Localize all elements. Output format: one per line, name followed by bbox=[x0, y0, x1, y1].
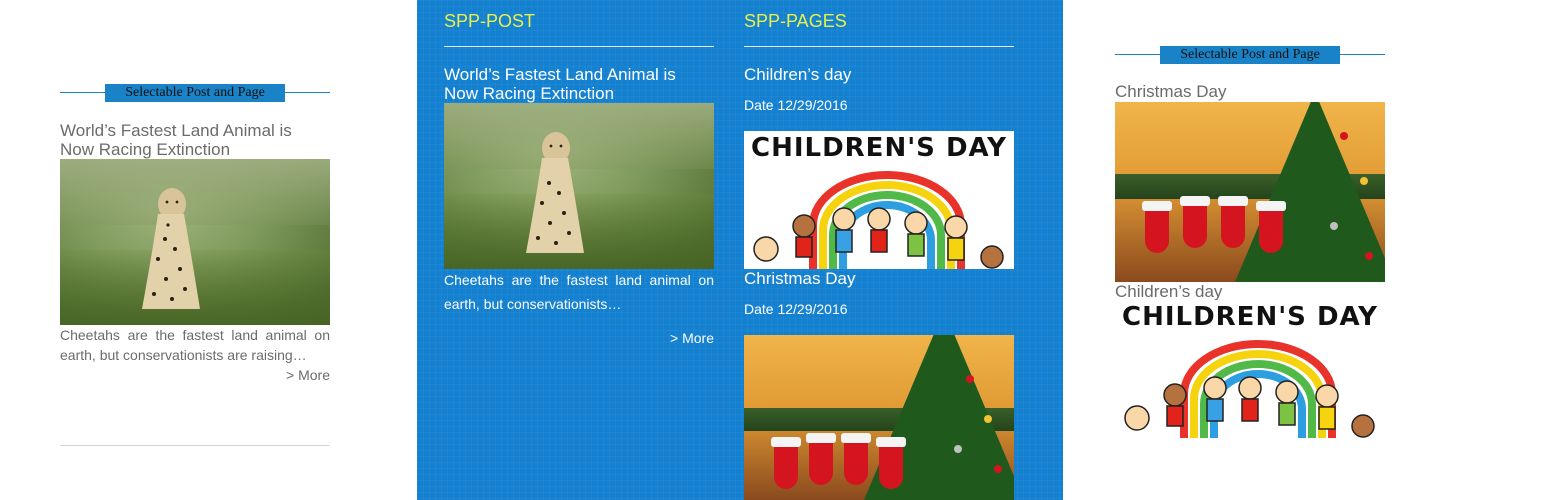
spp-pages-rule bbox=[744, 46, 1014, 47]
ornament bbox=[1365, 252, 1373, 260]
christmas-tree bbox=[1235, 102, 1385, 282]
ornament bbox=[1330, 222, 1338, 230]
spp-widget-panel: SPP-POST World’s Fastest Land Animal is … bbox=[417, 0, 1063, 500]
spp-post-excerpt: Cheetahs are the fastest land animal on … bbox=[444, 272, 714, 312]
spp-post-image-cheetah[interactable] bbox=[444, 103, 714, 269]
spp-post-more-link[interactable]: > More bbox=[614, 330, 714, 346]
ornament bbox=[984, 415, 992, 423]
right-item-title-link-childrens-day[interactable]: Children’s day bbox=[1115, 282, 1385, 301]
stocking bbox=[876, 437, 906, 489]
stocking bbox=[1218, 196, 1248, 248]
right-widget-heading: Selectable Post and Page bbox=[1115, 46, 1385, 64]
spp-post-title-link[interactable]: World’s Fastest Land Animal is Now Racin… bbox=[444, 65, 714, 103]
left-widget-divider bbox=[60, 445, 330, 446]
right-item-title-link-christmas[interactable]: Christmas Day bbox=[1115, 82, 1385, 101]
right-widget-heading-label: Selectable Post and Page bbox=[1160, 46, 1340, 64]
left-more-link[interactable]: > More bbox=[230, 367, 330, 383]
spp-page-title-link-childrens-day[interactable]: Children’s day bbox=[744, 65, 1014, 84]
cheetah-figure bbox=[526, 132, 584, 253]
stocking bbox=[1142, 201, 1172, 253]
spp-page-date: Date 12/29/2016 bbox=[744, 301, 848, 317]
ornament bbox=[954, 445, 962, 453]
kids-figures bbox=[1124, 376, 1375, 438]
left-widget-heading: Selectable Post and Page bbox=[60, 84, 330, 102]
left-widget-heading-label: Selectable Post and Page bbox=[105, 84, 285, 102]
stocking bbox=[1256, 201, 1286, 253]
spp-page-title: Children’s day bbox=[744, 65, 852, 84]
cheetah-figure bbox=[142, 188, 200, 309]
left-post-title: World’s Fastest Land Animal is Now Racin… bbox=[60, 121, 292, 159]
right-item-image-childrens-day[interactable]: CHILDREN'S DAY bbox=[1115, 300, 1385, 438]
spp-page-title: Christmas Day bbox=[744, 269, 856, 288]
spp-post-heading: SPP-POST bbox=[444, 11, 536, 31]
left-post-excerpt: Cheetahs are the fastest land animal on … bbox=[60, 327, 330, 363]
spp-post-rule bbox=[444, 46, 714, 47]
stocking bbox=[1180, 196, 1210, 248]
spp-page-image-childrens-day[interactable]: CHILDREN'S DAY bbox=[744, 131, 1014, 269]
right-item-image-christmas[interactable] bbox=[1115, 102, 1385, 282]
right-item-title: Christmas Day bbox=[1115, 82, 1227, 101]
spp-page-image-christmas[interactable] bbox=[744, 335, 1014, 500]
spp-page-title-link-christmas-day[interactable]: Christmas Day bbox=[744, 269, 1014, 288]
left-post-image-cheetah[interactable] bbox=[60, 159, 330, 325]
left-post-title-link[interactable]: World’s Fastest Land Animal is Now Racin… bbox=[60, 121, 330, 159]
spp-post-title: World’s Fastest Land Animal is Now Racin… bbox=[444, 65, 676, 103]
ornament bbox=[994, 465, 1002, 473]
ornament bbox=[1340, 132, 1348, 140]
right-item-title: Children’s day bbox=[1115, 282, 1223, 301]
spp-pages-heading: SPP-PAGES bbox=[744, 11, 847, 31]
stocking bbox=[841, 433, 871, 485]
ornament bbox=[966, 375, 974, 383]
stocking bbox=[806, 433, 836, 485]
spp-page-date: Date 12/29/2016 bbox=[744, 97, 848, 113]
kids-figures bbox=[753, 207, 1004, 269]
ornament bbox=[1360, 177, 1368, 185]
stocking bbox=[771, 437, 801, 489]
